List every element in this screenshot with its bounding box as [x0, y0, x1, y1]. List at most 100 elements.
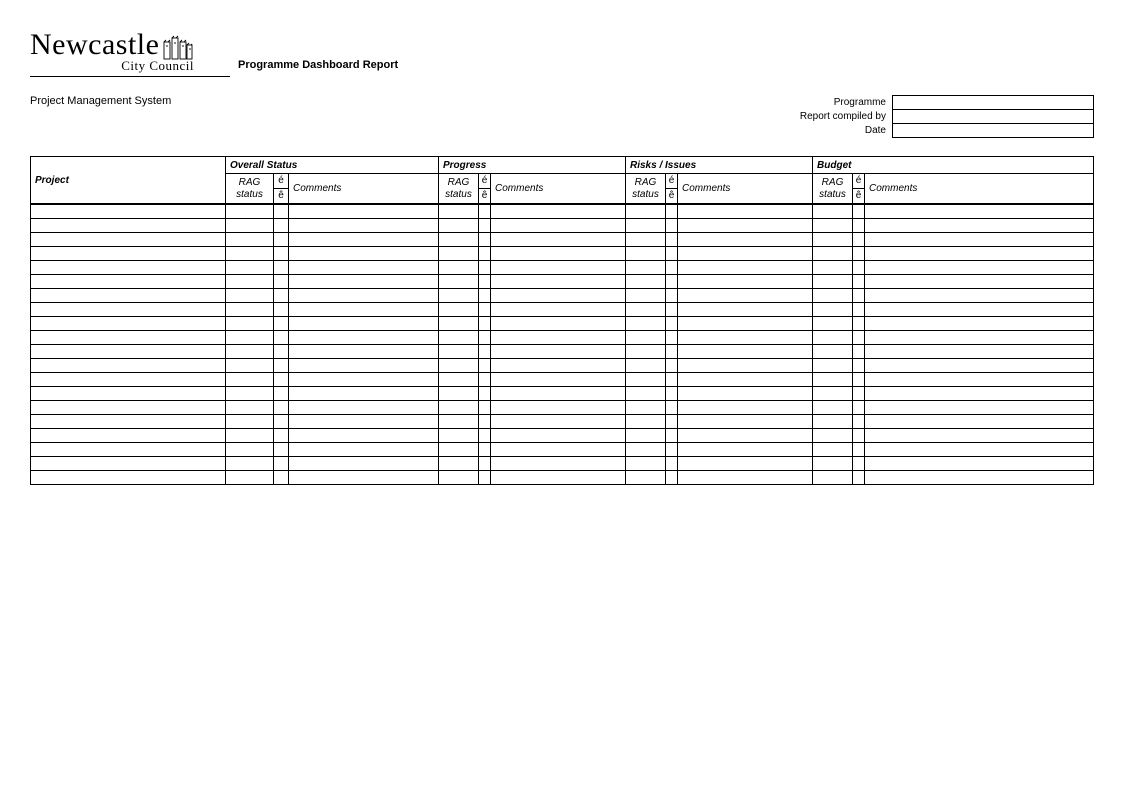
table-cell[interactable]	[865, 331, 1094, 345]
table-cell[interactable]	[865, 443, 1094, 457]
table-cell[interactable]	[289, 219, 439, 233]
table-cell[interactable]	[491, 429, 626, 443]
table-cell[interactable]	[479, 415, 491, 429]
table-cell[interactable]	[274, 247, 289, 261]
table-cell[interactable]	[678, 373, 813, 387]
table-cell[interactable]	[853, 443, 865, 457]
table-cell[interactable]	[479, 275, 491, 289]
table-cell[interactable]	[479, 233, 491, 247]
table-cell[interactable]	[813, 261, 853, 275]
table-cell[interactable]	[31, 317, 226, 331]
table-cell[interactable]	[865, 317, 1094, 331]
table-cell[interactable]	[439, 261, 479, 275]
table-cell[interactable]	[289, 359, 439, 373]
table-cell[interactable]	[666, 401, 678, 415]
table-cell[interactable]	[274, 457, 289, 471]
table-cell[interactable]	[666, 331, 678, 345]
table-cell[interactable]	[31, 331, 226, 345]
table-cell[interactable]	[31, 219, 226, 233]
table-cell[interactable]	[813, 289, 853, 303]
table-cell[interactable]	[491, 415, 626, 429]
table-cell[interactable]	[274, 471, 289, 485]
table-cell[interactable]	[31, 204, 226, 219]
table-cell[interactable]	[678, 275, 813, 289]
table-cell[interactable]	[666, 457, 678, 471]
table-cell[interactable]	[865, 233, 1094, 247]
table-cell[interactable]	[289, 457, 439, 471]
table-cell[interactable]	[626, 261, 666, 275]
table-cell[interactable]	[226, 443, 274, 457]
table-cell[interactable]	[491, 471, 626, 485]
table-cell[interactable]	[439, 233, 479, 247]
table-cell[interactable]	[491, 331, 626, 345]
table-cell[interactable]	[813, 345, 853, 359]
table-cell[interactable]	[678, 219, 813, 233]
table-cell[interactable]	[626, 247, 666, 261]
table-cell[interactable]	[491, 247, 626, 261]
table-cell[interactable]	[666, 443, 678, 457]
table-cell[interactable]	[289, 317, 439, 331]
table-cell[interactable]	[31, 415, 226, 429]
table-cell[interactable]	[853, 247, 865, 261]
table-cell[interactable]	[479, 317, 491, 331]
table-cell[interactable]	[31, 289, 226, 303]
table-cell[interactable]	[491, 345, 626, 359]
table-cell[interactable]	[865, 345, 1094, 359]
table-cell[interactable]	[226, 204, 274, 219]
table-cell[interactable]	[865, 401, 1094, 415]
table-cell[interactable]	[31, 345, 226, 359]
table-cell[interactable]	[626, 219, 666, 233]
table-cell[interactable]	[226, 261, 274, 275]
table-cell[interactable]	[274, 289, 289, 303]
table-cell[interactable]	[491, 261, 626, 275]
table-cell[interactable]	[226, 401, 274, 415]
table-cell[interactable]	[865, 261, 1094, 275]
table-cell[interactable]	[666, 471, 678, 485]
table-cell[interactable]	[678, 415, 813, 429]
table-cell[interactable]	[626, 359, 666, 373]
table-cell[interactable]	[289, 233, 439, 247]
table-cell[interactable]	[289, 471, 439, 485]
table-cell[interactable]	[853, 401, 865, 415]
table-cell[interactable]	[289, 331, 439, 345]
table-cell[interactable]	[289, 204, 439, 219]
table-cell[interactable]	[289, 345, 439, 359]
table-cell[interactable]	[678, 317, 813, 331]
table-cell[interactable]	[274, 261, 289, 275]
table-cell[interactable]	[31, 457, 226, 471]
table-cell[interactable]	[626, 429, 666, 443]
table-cell[interactable]	[813, 303, 853, 317]
table-cell[interactable]	[813, 429, 853, 443]
table-cell[interactable]	[479, 373, 491, 387]
table-cell[interactable]	[813, 317, 853, 331]
table-cell[interactable]	[439, 331, 479, 345]
table-cell[interactable]	[666, 317, 678, 331]
table-cell[interactable]	[678, 247, 813, 261]
table-cell[interactable]	[666, 275, 678, 289]
table-cell[interactable]	[439, 317, 479, 331]
table-cell[interactable]	[289, 387, 439, 401]
table-cell[interactable]	[813, 457, 853, 471]
table-cell[interactable]	[678, 387, 813, 401]
table-cell[interactable]	[491, 359, 626, 373]
table-cell[interactable]	[853, 359, 865, 373]
table-cell[interactable]	[666, 261, 678, 275]
table-cell[interactable]	[31, 261, 226, 275]
table-cell[interactable]	[31, 373, 226, 387]
table-cell[interactable]	[274, 219, 289, 233]
table-cell[interactable]	[678, 457, 813, 471]
table-cell[interactable]	[226, 303, 274, 317]
table-cell[interactable]	[491, 303, 626, 317]
table-cell[interactable]	[226, 331, 274, 345]
table-cell[interactable]	[479, 443, 491, 457]
table-cell[interactable]	[274, 443, 289, 457]
table-cell[interactable]	[491, 275, 626, 289]
table-cell[interactable]	[479, 247, 491, 261]
table-cell[interactable]	[289, 247, 439, 261]
table-cell[interactable]	[31, 359, 226, 373]
table-cell[interactable]	[865, 219, 1094, 233]
table-cell[interactable]	[479, 345, 491, 359]
table-cell[interactable]	[853, 289, 865, 303]
table-cell[interactable]	[666, 303, 678, 317]
table-cell[interactable]	[666, 289, 678, 303]
